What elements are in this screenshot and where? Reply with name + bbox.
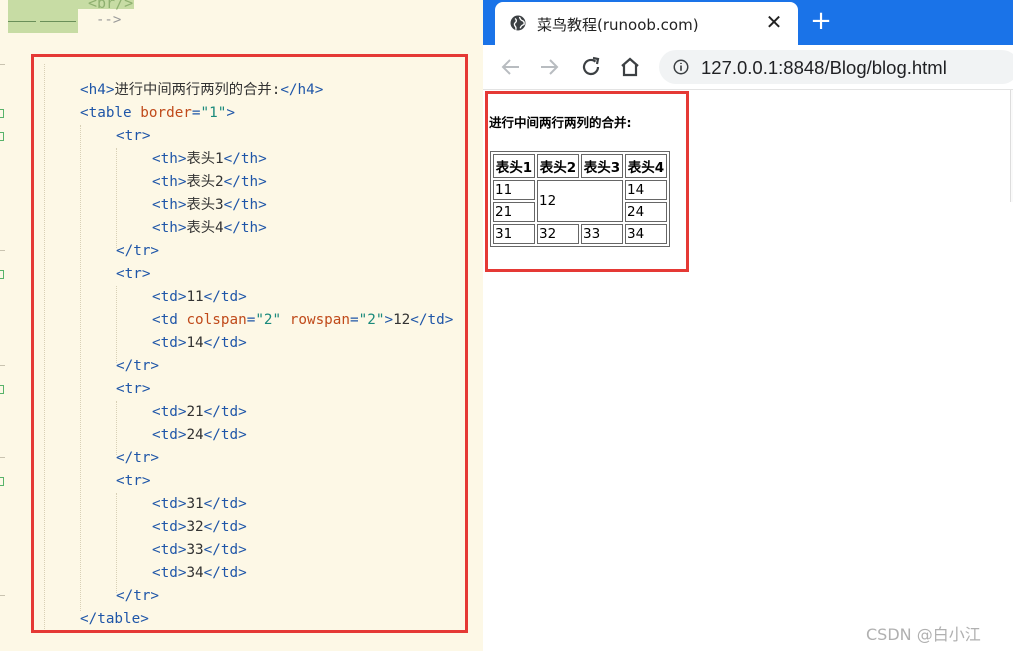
fold-marker[interactable] xyxy=(0,132,4,141)
gutter-dash xyxy=(0,457,5,458)
gutter-dash xyxy=(0,64,5,65)
dash-line xyxy=(8,21,36,22)
table-cell: 32 xyxy=(537,224,579,244)
table-cell: 24 xyxy=(625,202,667,222)
table-header-cell: 表头1 xyxy=(493,154,535,178)
reload-icon[interactable] xyxy=(579,55,603,79)
table-header-cell: 表头2 xyxy=(537,154,579,178)
tab-title: 菜鸟教程(runoob.com) xyxy=(537,16,699,34)
address-bar[interactable]: 127.0.0.1:8848/Blog/blog.html xyxy=(659,50,1013,84)
fold-marker[interactable] xyxy=(0,385,4,394)
table-cell: 34 xyxy=(625,224,667,244)
home-icon[interactable] xyxy=(618,55,642,79)
url-text: 127.0.0.1:8848/Blog/blog.html xyxy=(701,57,947,78)
br-tag-text: <br/> xyxy=(88,0,134,12)
back-arrow-icon[interactable] xyxy=(499,55,523,79)
gutter-dash xyxy=(0,365,5,366)
table-header-cell: 表头3 xyxy=(581,154,623,178)
forward-arrow-icon[interactable] xyxy=(537,55,561,79)
comment-end-text: --> xyxy=(96,12,122,28)
gutter-dash xyxy=(0,595,5,596)
gutter-dash xyxy=(0,250,5,251)
previous-code-snippet: <br/> --> xyxy=(8,0,134,33)
table-header-cell: 表头4 xyxy=(625,154,667,178)
selection-highlight xyxy=(8,0,78,33)
code-editor[interactable]: <br/> --> <h4>进行中间两行两列的合并:</h4> <table bo… xyxy=(0,0,483,651)
watermark: CSDN @白小江 xyxy=(866,625,981,644)
page-heading: 进行中间两行两列的合并: xyxy=(489,115,632,130)
table-row: 31 32 33 34 xyxy=(493,224,667,244)
fold-marker[interactable] xyxy=(0,109,4,118)
info-icon[interactable] xyxy=(672,58,690,76)
browser-toolbar: 127.0.0.1:8848/Blog/blog.html xyxy=(483,45,1013,90)
browser-window: 菜鸟教程(runoob.com) ✕ + 127.0.0.1:8848/Blog… xyxy=(483,0,1013,651)
editor-gutter xyxy=(0,0,8,651)
table-cell: 33 xyxy=(581,224,623,244)
table-header-row: 表头1 表头2 表头3 表头4 xyxy=(493,154,667,178)
browser-tab[interactable]: 菜鸟教程(runoob.com) ✕ xyxy=(495,2,798,45)
dash-line xyxy=(40,21,76,22)
merged-cell: 12 xyxy=(537,180,623,222)
table-cell: 31 xyxy=(493,224,535,244)
rendered-table: 表头1 表头2 表头3 表头4 11 12 14 21 24 31 32 33 … xyxy=(490,151,670,247)
table-cell: 11 xyxy=(493,180,535,200)
plus-icon[interactable]: + xyxy=(808,8,834,34)
table-cell: 21 xyxy=(493,202,535,222)
page-viewport: 进行中间两行两列的合并: 表头1 表头2 表头3 表头4 11 12 14 21… xyxy=(483,90,1013,651)
fold-marker[interactable] xyxy=(0,477,4,486)
close-icon[interactable]: ✕ xyxy=(763,11,785,33)
tab-strip: 菜鸟教程(runoob.com) ✕ + xyxy=(483,0,1013,45)
highlight-box-code xyxy=(31,54,468,633)
table-cell: 14 xyxy=(625,180,667,200)
globe-icon xyxy=(510,15,526,31)
table-row: 11 12 14 xyxy=(493,180,667,222)
fold-marker[interactable] xyxy=(0,270,4,279)
